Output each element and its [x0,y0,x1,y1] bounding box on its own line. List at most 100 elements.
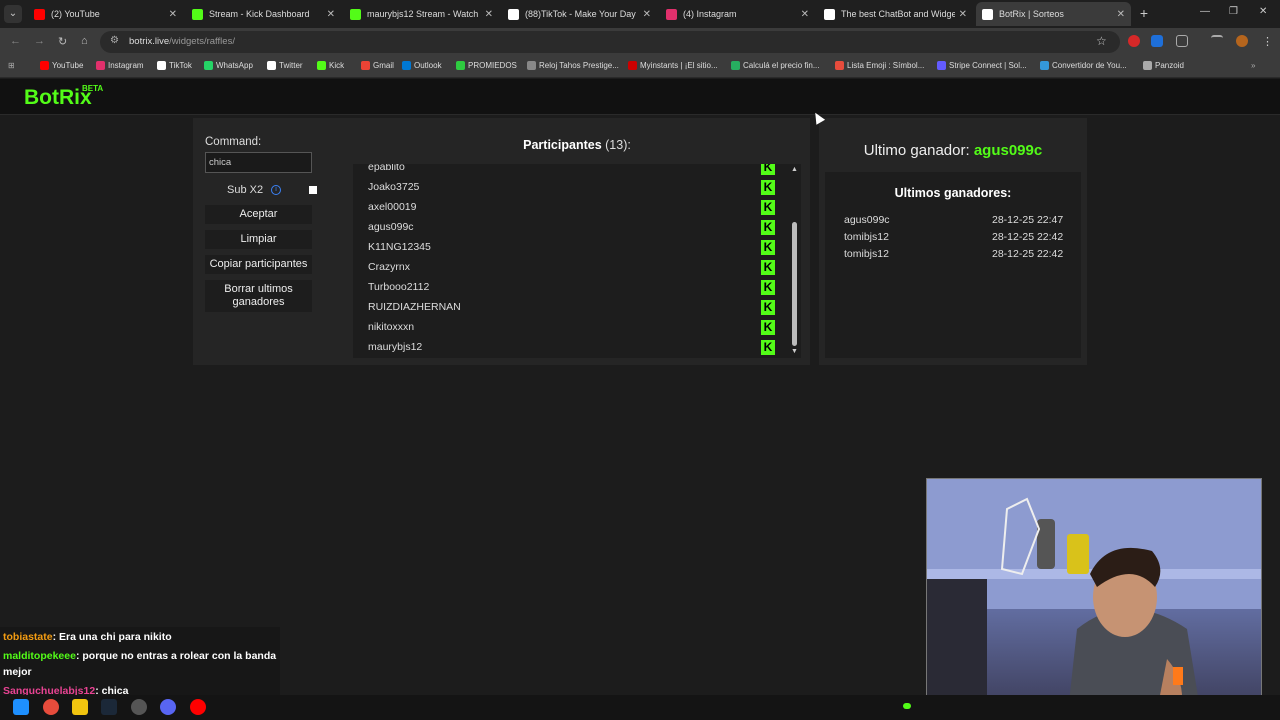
discord-icon[interactable] [160,699,176,715]
clear-button[interactable]: Limpiar [205,230,312,249]
steam-icon[interactable] [101,699,117,715]
tab-search-button[interactable]: ⌄ [4,5,22,23]
kick-icon [350,8,361,20]
bookmark-item[interactable]: Stripe Connect | Sol... [937,61,1027,70]
participants-list[interactable]: epablito K Joako3725 Kaxel00019 Kagus099c K K1… [353,164,801,358]
bookmark-label: Convertidor de You... [1052,61,1127,70]
new-tab-button[interactable]: + [1136,5,1152,21]
accept-button[interactable]: Aceptar [205,205,312,224]
clear-last-winners-button[interactable]: Borrar ultimos ganadores [205,280,312,312]
participant-row: agus099c K [353,218,775,238]
home-icon[interactable]: ⌂ [81,35,88,47]
bookmark-star-icon[interactable]: ☆ [1096,34,1107,48]
bookmark-item[interactable]: Myinstants | ¡El sitio... [628,61,718,70]
command-input[interactable] [205,152,312,173]
kick-platform-icon: K [761,280,775,295]
browser-tab[interactable]: The best ChatBot and Widgets ✕ [818,2,973,26]
scroll-up-arrow-icon[interactable]: ▲ [791,166,798,173]
webcam-image [927,479,1261,719]
close-tab-icon[interactable]: ✕ [1117,9,1125,20]
close-tab-icon[interactable]: ✕ [485,9,493,20]
app-icon[interactable] [131,699,147,715]
bookmark-label: WhatsApp [216,61,253,70]
bookmark-favicon-icon [96,61,105,70]
youtube-app-icon[interactable] [190,699,206,715]
browser-tab[interactable]: BotRix | Sorteos ✕ [976,2,1131,26]
browser-tab[interactable]: maurybjs12 Stream - Watch Live ✕ [344,2,499,26]
bookmark-item[interactable]: Convertidor de You... [1040,61,1127,70]
bookmark-favicon-icon [267,61,276,70]
chat-username[interactable]: tobiastate [3,631,53,643]
kick-platform-icon: K [761,240,775,255]
file-explorer-icon[interactable] [72,699,88,715]
browser-tab[interactable]: (88)TikTok - Make Your Day ✕ [502,2,657,26]
menu-dots-icon[interactable]: ⋮ [1262,35,1273,48]
bookmark-favicon-icon [361,61,370,70]
back-icon[interactable]: ← [10,35,21,47]
stream-chat-overlay: tobiastate: Era una chi para nikito maldi… [0,627,280,699]
browser-tab[interactable]: (2) YouTube ✕ [28,2,183,26]
bookmark-label: Calculá el precio fin... [743,61,820,70]
winner-name: tomibjs12 [844,248,889,260]
scroll-down-arrow-icon[interactable]: ▼ [791,348,798,355]
bookmarks-bar: ⊞ YouTube Instagram TikTok WhatsApp Twitter K… [0,56,1280,78]
bookmark-favicon-icon [1040,61,1049,70]
close-tab-icon[interactable]: ✕ [643,9,651,20]
bookmark-item[interactable]: YouTube [40,61,83,70]
scrollbar-thumb[interactable] [792,222,797,346]
apps-grid-icon[interactable]: ⊞ [8,61,15,70]
bookmark-item[interactable]: Kick [317,61,344,70]
close-tab-icon[interactable]: ✕ [327,9,335,20]
extensions-puzzle-icon[interactable] [1176,35,1188,47]
bookmark-item[interactable]: TikTok [157,61,192,70]
reload-icon[interactable]: ↻ [58,35,67,48]
participant-name: RUIZDIAZHERNAN [368,301,461,313]
chrome-icon[interactable] [43,699,59,715]
bookmark-item[interactable]: Lista Emoji : Símbol... [835,61,924,70]
close-tab-icon[interactable]: ✕ [959,9,967,20]
tab-title: (2) YouTube [51,9,100,19]
maximize-button[interactable]: ❐ [1229,6,1238,17]
winner-date: 28-12-25 22:42 [992,248,1064,260]
webcam-overlay [926,478,1262,720]
bookmark-item[interactable]: Outlook [402,61,442,70]
browser-tab[interactable]: Stream - Kick Dashboard ✕ [186,2,341,26]
bookmark-item[interactable]: Instagram [96,61,144,70]
extension-icon[interactable] [1151,35,1163,47]
reading-list-icon[interactable] [1211,35,1223,43]
bookmark-label: Twitter [279,61,303,70]
bookmark-item[interactable]: Calculá el precio fin... [731,61,819,70]
close-tab-icon[interactable]: ✕ [169,9,177,20]
close-window-button[interactable]: ✕ [1259,6,1267,17]
recent-winner-row: agus099c 28-12-25 22:47 [844,214,1064,226]
bookmark-favicon-icon [204,61,213,70]
info-icon[interactable]: i [271,185,281,195]
windows-start-icon[interactable] [13,699,29,715]
copy-participants-button[interactable]: Copiar participantes [205,255,312,274]
bookmark-item[interactable]: WhatsApp [204,61,253,70]
bookmark-item[interactable]: Panzoid [1143,61,1184,70]
bookmark-label: PROMIEDOS [468,61,517,70]
profile-avatar[interactable] [1236,35,1248,47]
bookmark-item[interactable]: PROMIEDOS [456,61,517,70]
bookmark-label: Gmail [373,61,394,70]
more-bookmarks-icon[interactable]: » [1251,61,1255,70]
site-info-icon[interactable]: ⚙ [110,35,119,46]
extension-icon[interactable] [1128,35,1140,47]
bookmark-item[interactable]: Gmail [361,61,394,70]
kick-platform-icon: K [761,300,775,315]
winner-name: agus099c [844,214,890,226]
browser-tab[interactable]: (4) Instagram ✕ [660,2,815,26]
address-bar[interactable]: ⚙ botrix.live/widgets/raffles/ ☆ [100,31,1120,53]
kick-platform-icon: K [761,180,775,195]
participants-scrollbar[interactable]: ▲ ▼ [790,164,800,358]
bookmark-item[interactable]: Twitter [267,61,303,70]
minimize-button[interactable]: — [1200,6,1210,17]
tray-icon[interactable] [903,703,911,709]
last-winner-heading: Ultimo ganador: agus099c [863,142,1043,159]
sub-x2-checkbox[interactable] [309,186,317,194]
forward-icon[interactable]: → [34,35,45,47]
chat-username[interactable]: malditopekeee [3,650,76,662]
close-tab-icon[interactable]: ✕ [801,9,809,20]
bookmark-item[interactable]: Reloj Tahos Prestige... [527,61,619,70]
